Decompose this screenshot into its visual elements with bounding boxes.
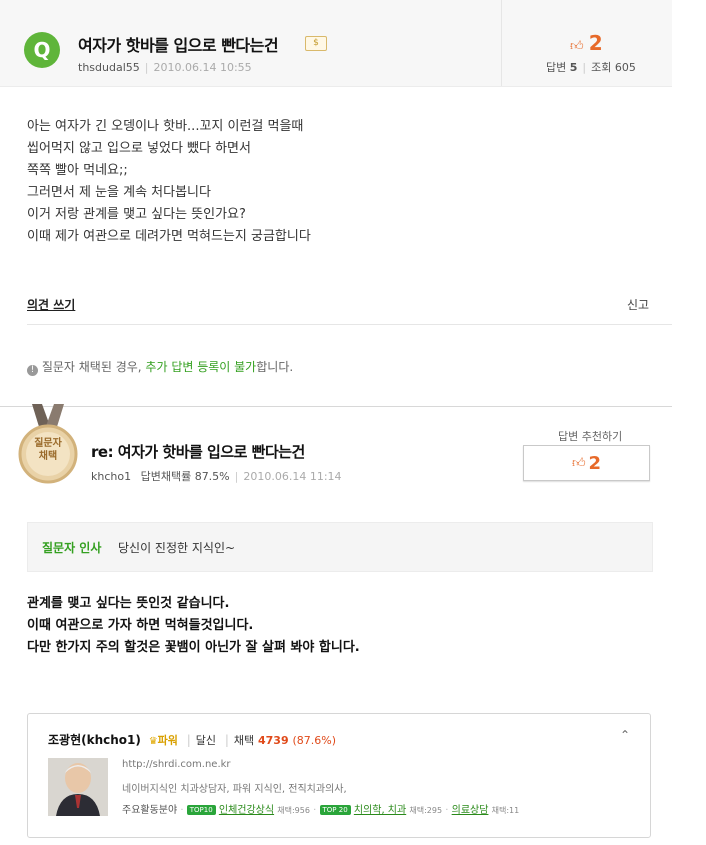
notice-suffix: 합니다. (256, 360, 294, 374)
adopt-label: 채택 (233, 734, 255, 747)
body-line: 아는 여자가 긴 오뎅이나 핫바...꼬지 이런걸 먹을때 (27, 119, 304, 134)
profile-areas: 주요활동분야 · TOP10 인체건강상식 채택:956 · TOP 20 치의… (122, 805, 520, 816)
rank-badge: TOP 20 (319, 805, 351, 815)
recommend-label: 답변 추천하기 (558, 430, 623, 443)
question-badge-icon: Q (24, 32, 60, 68)
profile-grade: 파워 (157, 734, 178, 747)
area-count: 채택:295 (409, 806, 443, 815)
thumbs-up-icon: 👍︎ (571, 455, 586, 471)
body-line: 쪽쪽 빨아 먹네요;; (27, 163, 128, 178)
profile-header: 조광현(khcho1) ♛파워 | 달신 | 채택 4739 (87.6%) (48, 733, 336, 747)
recommend-button[interactable]: 👍︎ 2 (523, 445, 650, 481)
notice-highlight: 추가 답변 등록이 불가 (145, 360, 257, 374)
areas-label: 주요활동분야 (122, 805, 178, 816)
answer-line: 다만 한가지 주의 할것은 꽃뱀이 아닌가 잘 살펴 봐야 합니다. (27, 640, 360, 655)
question-title: 여자가 핫바를 입으로 빤다는건 (78, 36, 279, 55)
medal-label-2: 채택 (38, 451, 58, 462)
body-line: 그러면서 제 눈을 계속 처다봅니다 (27, 185, 211, 200)
question-author[interactable]: thsdudal55 (78, 61, 140, 74)
medal-icon: 질문자 채택 (18, 404, 78, 486)
views-count: 605 (614, 61, 636, 74)
medal-label-1: 질문자 (34, 438, 62, 449)
comment-link[interactable]: 의견 쓰기 (27, 296, 75, 313)
answers-label: 답변 (546, 61, 567, 74)
answer-meta: khcho1 답변채택률 87.5% | 2010.06.14 11:14 (91, 470, 342, 483)
answer-line: 관계를 맺고 싶다는 뜻인것 같습니다. (27, 596, 230, 611)
divider (27, 324, 672, 325)
body-line: 이때 제가 여관으로 데려가면 먹혀드는지 궁금합니다 (27, 229, 311, 244)
area-link[interactable]: 인체건강상식 (219, 805, 274, 816)
crown-icon: ♛ (148, 736, 158, 747)
section-divider (0, 406, 672, 407)
profile-photo (48, 758, 108, 816)
report-link[interactable]: 신고 (627, 296, 649, 313)
profile-name[interactable]: 조광현(khcho1) (48, 733, 141, 747)
thumbs-up-icon: 👍︎ (570, 39, 584, 54)
question-like-button[interactable]: 👍︎ 2 (570, 31, 603, 55)
answer-body: 관계를 맺고 싶다는 뜻인것 같습니다. 이때 여관으로 가자 하면 먹혀들것입… (27, 593, 360, 659)
question-body: 아는 여자가 긴 오뎅이나 핫바...꼬지 이런걸 먹을때 씹어먹지 않고 입으… (27, 116, 311, 248)
answer-author[interactable]: khcho1 (91, 470, 131, 483)
views-label: 조회 (591, 61, 612, 74)
area-link[interactable]: 의료상담 (452, 805, 489, 816)
recommend-count: 2 (588, 452, 602, 474)
area-count: 채택:11 (491, 806, 520, 815)
body-line: 씹어먹지 않고 입으로 넣었다 뺐다 하면서 (27, 141, 251, 156)
answerer-profile-card: 조광현(khcho1) ♛파워 | 달신 | 채택 4739 (87.6%) ⌃ h… (27, 713, 651, 838)
profile-url[interactable]: http://shrdi.com.ne.kr (122, 759, 231, 770)
question-meta: thsdudal55 | 2010.06.14 10:55 (78, 61, 252, 74)
collapse-chevron-icon[interactable]: ⌃ (620, 728, 630, 742)
notice-text: 질문자 채택된 경우, (41, 360, 146, 374)
coin-icon: $ (305, 36, 327, 51)
profile-level: 달신 (195, 734, 217, 747)
answer-title: re: 여자가 핫바를 입으로 빤다는건 (91, 443, 305, 461)
adoption-notice: ! 질문자 채택된 경우, 추가 답변 등록이 불가합니다. (27, 358, 293, 376)
answer-line: 이때 여관으로 가자 하면 먹혀들것입니다. (27, 618, 254, 633)
rank-badge: TOP10 (186, 805, 216, 815)
answer-date: 2010.06.14 11:14 (243, 470, 342, 483)
body-line: 이거 저랑 관계를 맺고 싶다는 뜻인가요? (27, 207, 246, 222)
greeting-label: 질문자 인사 (42, 541, 102, 555)
adopt-pct: (87.6%) (292, 734, 336, 747)
info-icon: ! (27, 365, 38, 376)
profile-desc: 네이버지식인 치과상담자, 파워 지식인, 전직치과의사, (122, 784, 347, 795)
header-divider (501, 0, 502, 86)
answer-rate: 답변채택률 87.5% (140, 470, 230, 483)
adopt-count: 4739 (258, 734, 289, 747)
question-like-count: 2 (588, 31, 603, 55)
answers-count: 5 (569, 61, 578, 74)
asker-greeting: 질문자 인사 당신이 진정한 지식인~ (27, 522, 653, 572)
area-link[interactable]: 치의학, 치과 (354, 805, 406, 816)
greeting-text: 당신이 진정한 지식인~ (118, 541, 236, 555)
question-date: 2010.06.14 10:55 (153, 61, 252, 74)
area-count: 채택:956 (277, 806, 310, 815)
question-stats: 답변 5 | 조회 605 (546, 61, 636, 74)
